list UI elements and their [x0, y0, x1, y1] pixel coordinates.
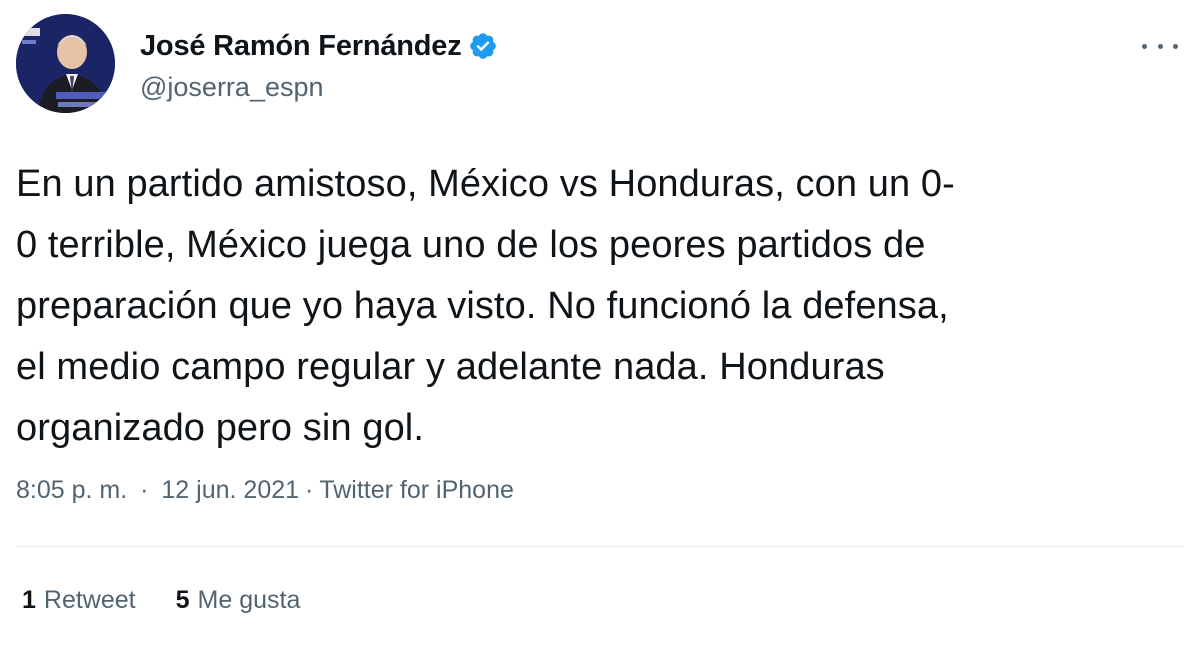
tweet-stats: 1 Retweet 5 Me gusta — [22, 586, 340, 615]
meta-separator: · — [140, 476, 149, 504]
likes-label: Me gusta — [197, 586, 301, 614]
meta-separator: · — [305, 476, 314, 504]
tweet-date: 12 jun. 2021 — [161, 476, 300, 504]
avatar-photo-icon — [16, 14, 115, 113]
more-dot — [1157, 43, 1163, 49]
likes-stat[interactable]: 5 Me gusta — [176, 586, 301, 615]
likes-count: 5 — [175, 586, 190, 614]
tweet-time: 8:05 p. m. — [16, 476, 128, 504]
tweet-meta: 8:05 p. m. · 12 jun. 2021 · Twitter for … — [16, 476, 514, 505]
tweet-header: José Ramón Fernández @joserra_espn — [16, 14, 1184, 120]
user-handle[interactable]: @joserra_espn — [140, 72, 498, 103]
tweet-time-link[interactable]: 8:05 p. m. · 12 jun. 2021 — [16, 476, 299, 505]
retweets-count: 1 — [22, 586, 36, 614]
verified-badge-icon — [468, 31, 498, 61]
name-row: José Ramón Fernández — [140, 26, 498, 66]
more-dot — [1142, 43, 1147, 49]
retweets-stat[interactable]: 1 Retweet — [22, 586, 136, 615]
user-info: José Ramón Fernández @joserra_espn — [140, 26, 498, 103]
more-dot — [1173, 43, 1178, 49]
tweet-card: José Ramón Fernández @joserra_espn En un… — [0, 0, 1200, 652]
avatar[interactable] — [16, 14, 115, 113]
user-name[interactable]: José Ramón Fernández — [140, 30, 462, 63]
retweets-label: Retweet — [43, 586, 136, 614]
more-options-icon[interactable] — [1142, 36, 1178, 56]
tweet-source-link[interactable]: Twitter for iPhone — [319, 476, 514, 505]
tweet-text: En un partido amistoso, México vs Hondur… — [16, 163, 955, 449]
divider — [16, 546, 1184, 547]
